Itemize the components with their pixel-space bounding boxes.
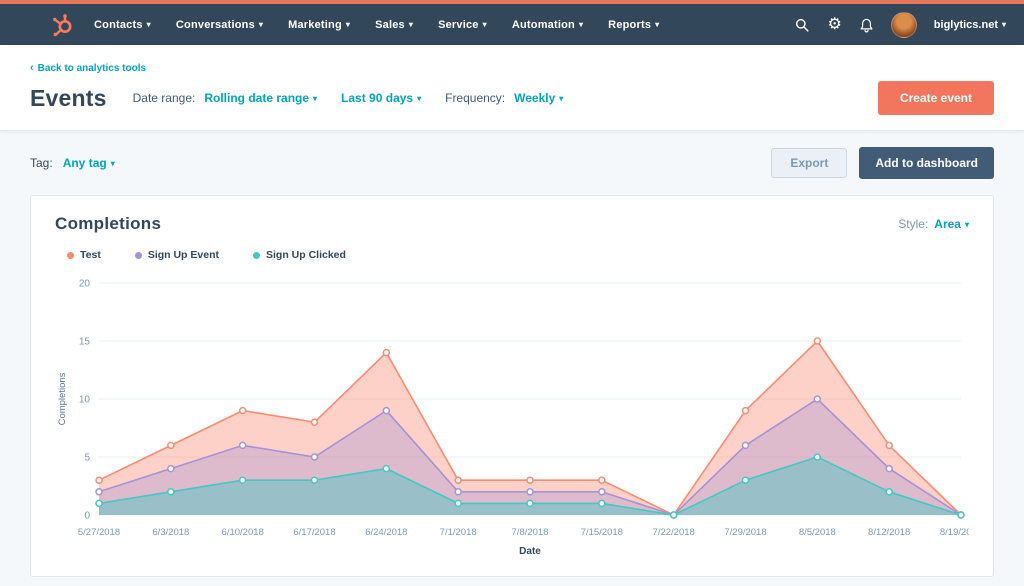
chevron-down-icon: ▾ [313,94,317,103]
style-label: Style: [898,217,928,231]
page-header: ‹ Back to analytics tools Events Date ra… [0,45,1024,131]
chevron-down-icon: ▾ [483,20,487,29]
date-period-dropdown[interactable]: Last 90 days ▾ [341,91,421,105]
svg-text:7/1/2018: 7/1/2018 [440,527,477,538]
svg-text:6/3/2018: 6/3/2018 [152,527,189,538]
svg-text:5/27/2018: 5/27/2018 [78,527,120,538]
nav-item-service[interactable]: Service ▾ [438,19,487,31]
nav-item-sales[interactable]: Sales ▾ [375,19,413,31]
style-value: Area [934,217,961,231]
svg-text:7/15/2018: 7/15/2018 [581,527,623,538]
chart-legend: Test Sign Up Event Sign Up Clicked [67,249,969,261]
frequency-dropdown[interactable]: Weekly ▾ [514,91,563,105]
create-event-button[interactable]: Create event [878,81,994,115]
chevron-down-icon: ▾ [1002,20,1006,29]
main-section: Tag: Any tag ▾ Export Add to dashboard C… [0,131,1024,577]
style-control: Style: Area ▾ [898,217,969,231]
tag-label: Tag: [30,156,53,170]
nav-item-conversations[interactable]: Conversations ▾ [176,19,263,31]
nav-item-marketing[interactable]: Marketing ▾ [288,19,350,31]
legend-item-test[interactable]: Test [67,249,101,261]
chevron-down-icon: ▾ [409,20,413,29]
svg-text:7/8/2018: 7/8/2018 [512,527,549,538]
completions-area-chart: 0 5 10 15 20 5/27/2018 6/3/2018 6/10/2018 6/17/2… [55,267,969,559]
title-row: Events Date range: Rolling date range ▾ … [30,81,994,115]
top-nav: Contacts ▾ Conversations ▾ Marketing ▾ S… [0,4,1024,45]
back-link-label: Back to analytics tools [38,63,146,74]
card-header: Completions Style: Area ▾ [55,214,969,234]
settings-gear-icon[interactable]: ⚙ [827,17,841,33]
nav-item-contacts[interactable]: Contacts ▾ [94,19,151,31]
user-avatar[interactable] [891,12,917,38]
svg-text:6/24/2018: 6/24/2018 [365,527,407,538]
chevron-down-icon: ▾ [111,159,115,168]
svg-text:7/22/2018: 7/22/2018 [653,527,695,538]
account-name: biglytics.net [934,19,998,31]
legend-item-sign-up-event[interactable]: Sign Up Event [135,249,219,261]
back-to-analytics-link[interactable]: ‹ Back to analytics tools [30,62,146,74]
notifications-bell-icon[interactable] [859,17,874,33]
nav-item-label: Sales [375,19,405,31]
legend-dot [253,252,260,259]
date-range-value: Rolling date range [204,91,309,105]
svg-text:8/19/2018: 8/19/2018 [940,527,969,538]
chart-title: Completions [55,214,161,234]
chevron-down-icon: ▾ [579,20,583,29]
svg-text:20: 20 [79,279,91,290]
chevron-down-icon: ▾ [417,94,421,103]
chevron-down-icon: ▾ [259,20,263,29]
nav-item-label: Marketing [288,19,342,31]
svg-text:15: 15 [79,337,91,348]
tag-dropdown[interactable]: Any tag ▾ [63,156,115,170]
nav-item-automation[interactable]: Automation ▾ [512,19,583,31]
account-menu[interactable]: biglytics.net ▾ [934,19,1006,31]
chevron-down-icon: ▾ [147,20,151,29]
legend-dot [135,252,142,259]
nav-item-label: Conversations [176,19,255,31]
svg-text:8/5/2018: 8/5/2018 [799,527,836,538]
svg-text:5: 5 [84,453,90,464]
nav-item-label: Automation [512,19,575,31]
date-range-dropdown[interactable]: Rolling date range ▾ [204,91,317,105]
legend-dot [67,252,74,259]
chevron-down-icon: ▾ [965,220,969,229]
svg-text:6/17/2018: 6/17/2018 [293,527,335,538]
frequency-label: Frequency: [445,91,505,105]
svg-text:7/29/2018: 7/29/2018 [724,527,766,538]
back-chevron-icon: ‹ [30,62,34,74]
svg-text:8/12/2018: 8/12/2018 [868,527,910,538]
date-range-label: Date range: [133,91,196,105]
legend-label: Sign Up Event [148,249,219,261]
nav-item-label: Contacts [94,19,143,31]
svg-text:6/10/2018: 6/10/2018 [222,527,264,538]
svg-text:10: 10 [79,395,91,406]
nav-item-reports[interactable]: Reports ▾ [608,19,659,31]
svg-text:Completions: Completions [57,372,68,425]
legend-label: Test [80,249,101,261]
frequency-value: Weekly [514,91,555,105]
page-title: Events [30,85,107,112]
search-icon[interactable] [794,17,810,33]
nav-item-label: Reports [608,19,651,31]
completions-card: Completions Style: Area ▾ Test Sign Up E… [30,195,994,577]
legend-label: Sign Up Clicked [266,249,346,261]
legend-item-sign-up-clicked[interactable]: Sign Up Clicked [253,249,346,261]
tag-toolbar: Tag: Any tag ▾ Export Add to dashboard [30,147,994,179]
export-button[interactable]: Export [771,148,847,178]
chevron-down-icon: ▾ [655,20,659,29]
add-to-dashboard-button[interactable]: Add to dashboard [859,147,994,179]
chevron-down-icon: ▾ [559,94,563,103]
nav-item-label: Service [438,19,479,31]
svg-text:0: 0 [84,511,90,522]
style-dropdown[interactable]: Area ▾ [934,217,969,231]
chevron-down-icon: ▾ [346,20,350,29]
chart-area: 0 5 10 15 20 5/27/2018 6/3/2018 6/10/2018 6/17/2… [55,267,969,564]
tag-value: Any tag [63,156,107,170]
svg-text:Date: Date [519,546,541,557]
date-period-value: Last 90 days [341,91,413,105]
hubspot-logo-icon[interactable] [50,13,74,37]
nav-right-cluster: ⚙ biglytics.net ▾ [794,12,1006,38]
